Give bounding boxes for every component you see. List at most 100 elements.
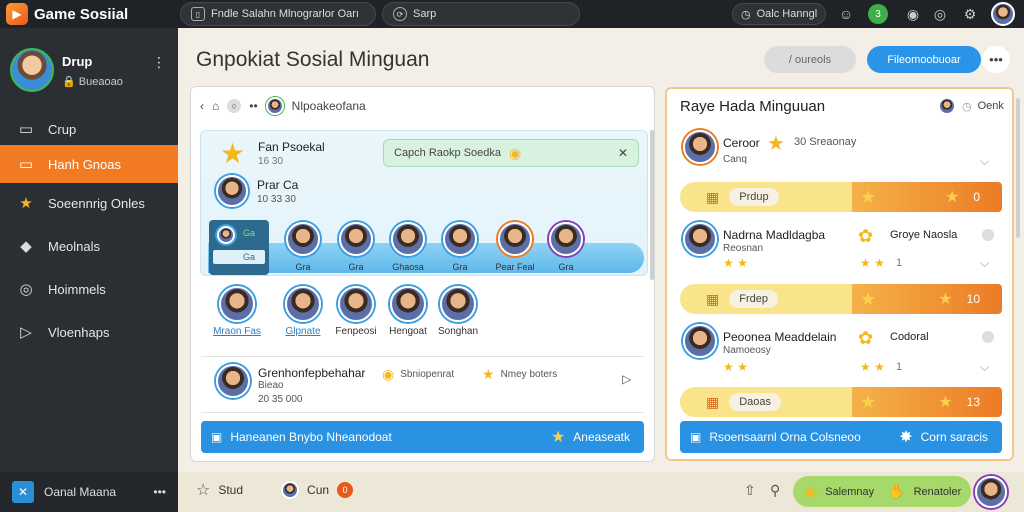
share-icon[interactable]: ⇧	[744, 482, 756, 499]
star-icon: ★	[220, 138, 246, 169]
avatar	[281, 481, 300, 499]
avatar	[683, 324, 717, 358]
member-item[interactable]: Hengoat	[384, 286, 432, 337]
sidebar-item-vloenhaps[interactable]: ▷ Vloenhaps	[0, 313, 178, 351]
sidebar-profile[interactable]: Drup 🔒 Bueaoao ⋮	[10, 48, 170, 98]
avatar[interactable]	[975, 476, 1007, 508]
search-tab[interactable]: ⟳ Sarp	[382, 2, 580, 26]
more-icon[interactable]: ••	[249, 99, 257, 113]
row-tag[interactable]: ▦ Frdep	[680, 284, 852, 314]
top-avatar[interactable]	[991, 2, 1015, 26]
page-icon: ▯	[191, 7, 205, 21]
group-card[interactable]: Ga Ga	[209, 220, 269, 275]
avatar	[216, 175, 248, 207]
row-score[interactable]: ★ ★ 0	[852, 182, 1002, 212]
avatar	[498, 222, 532, 256]
member-item[interactable]: Gra	[336, 222, 376, 272]
globe-icon[interactable]: ◉	[903, 4, 923, 24]
activity-tag[interactable]: ◉ Sbniopenrat	[382, 366, 454, 383]
activity-tag[interactable]: ★ Nmey boters	[482, 366, 557, 383]
member-item[interactable]: Gra	[546, 222, 586, 272]
status-dot[interactable]	[982, 331, 994, 343]
clock-icon: ◷	[962, 100, 972, 113]
row-stat: 30 Sreaonay	[794, 136, 857, 148]
pin-icon[interactable]: ⚲	[770, 482, 780, 499]
sidebar-item-groups[interactable]: ▭ Hanh Gnoas	[0, 145, 178, 183]
row-tag[interactable]: ▦ Daoas	[680, 387, 852, 417]
more-icon[interactable]: •••	[153, 485, 166, 499]
avatar	[216, 364, 250, 398]
row-tail: 1	[896, 361, 903, 373]
gear-icon[interactable]: ⚙	[960, 4, 980, 24]
member-item[interactable]: Songhan	[434, 286, 482, 337]
avatar	[339, 222, 373, 256]
profile-name: Drup	[62, 54, 93, 69]
member-item[interactable]: Gra	[283, 222, 323, 272]
leaderboard-footer-label: Rsoensaarnl Orna Colsneoo	[709, 430, 861, 444]
badge-icon: ★	[860, 392, 877, 412]
notification-icon[interactable]: 3	[868, 4, 888, 24]
row-tag[interactable]: ▦ Prdup	[680, 182, 852, 212]
avatar	[549, 222, 583, 256]
chat-header-name: Nlpoakeofana	[291, 99, 366, 113]
activity-tag-label: Sbniopenrat	[400, 369, 455, 380]
chevron-down-icon[interactable]: ⌵	[980, 360, 989, 375]
row-score-value: 13	[966, 395, 980, 409]
row-score[interactable]: ★ ★ 13	[852, 387, 1002, 417]
sidebar-item-meolnals[interactable]: ◆ Meolnals	[0, 227, 178, 265]
scrollbar[interactable]	[650, 130, 654, 280]
scrollbar[interactable]	[1016, 98, 1020, 238]
chest-icon: ▦	[706, 393, 720, 410]
member-item[interactable]: Gra	[440, 222, 480, 272]
bottom-item-label[interactable]: Stud	[218, 483, 243, 497]
sidebar-item-onles[interactable]: ★ Soeennrig Onles	[0, 184, 178, 222]
rating-stars: ★ ★	[723, 360, 748, 374]
mascot-icon: ✿	[858, 226, 874, 246]
primary-button[interactable]: Fileomoobuoar	[867, 46, 981, 73]
sidebar-footer[interactable]: ✕ Oanal Maana •••	[0, 472, 178, 512]
burst-icon: ✸	[899, 429, 913, 446]
emoji-icon[interactable]: ☺	[836, 4, 856, 24]
more-button[interactable]: •••	[982, 46, 1010, 73]
rating-stars: ★ ★	[860, 360, 885, 374]
send-icon[interactable]: ▷	[622, 372, 631, 386]
row-tag-label: Prdup	[729, 188, 779, 206]
back-icon[interactable]: ‹	[200, 99, 204, 113]
circle-icon[interactable]: ○	[227, 99, 242, 113]
app-logo[interactable]: ▶ Game Sosiial	[6, 3, 128, 25]
member-item[interactable]: Glpnate	[276, 286, 330, 337]
avatar	[265, 97, 284, 115]
row-score[interactable]: ★ ★ 10	[852, 284, 1002, 314]
user-pill[interactable]: ◷ Oalc Hanngl	[732, 3, 827, 25]
more-icon[interactable]: ⋮	[152, 54, 166, 71]
avatar	[440, 286, 476, 322]
leaderboard-footer-bar[interactable]: ▣ Rsoensaarnl Orna Colsneoo ✸ Corn sarac…	[680, 421, 1002, 453]
member-label: Gra	[452, 262, 468, 272]
bottom-pill[interactable]: ◉ Salemnay ✋ Renatoler	[793, 476, 971, 507]
tab-main-label: Fndle Salahn Mlnograrlor Oarı	[211, 8, 359, 20]
activity-title: Grenhonfepbehahar	[258, 366, 366, 380]
member-item[interactable]: Ghaosa	[388, 222, 428, 272]
member-item[interactable]: Mraon Fas	[208, 286, 266, 337]
eye-icon[interactable]: ◎	[930, 4, 950, 24]
leaderboard-user[interactable]: ◷ Oenk	[938, 97, 1004, 115]
member-item[interactable]: Pear Feal	[492, 222, 538, 272]
member-item[interactable]: Fenpeosi	[332, 286, 380, 337]
sidebar-item-label: Vloenhaps	[48, 324, 110, 340]
chat-bubble[interactable]: Capch Raokp Soedka ◉ ✕	[383, 139, 639, 167]
row-name: Peoonea Meaddelain	[723, 330, 837, 344]
chevron-down-icon[interactable]: ⌵	[980, 154, 989, 169]
secondary-button[interactable]: / oureols	[764, 46, 856, 73]
sidebar-item-crup[interactable]: ▭ Crup	[0, 110, 178, 148]
home-icon[interactable]: ⌂	[212, 99, 219, 113]
sidebar-item-hoimmels[interactable]: ◎ Hoimmels	[0, 270, 178, 308]
chevron-down-icon[interactable]: ⌵	[980, 256, 989, 271]
close-icon[interactable]: ✕	[618, 146, 628, 160]
chat-footer-bar[interactable]: ▣ Haneanen Bnybo Nheanodoat ★ Aneaseatk	[201, 421, 644, 453]
status-dot[interactable]	[982, 229, 994, 241]
chat-title: Fan Psoekal	[258, 140, 325, 154]
star-outline-icon[interactable]: ☆	[196, 480, 210, 500]
chat-footer-right: Aneaseatk	[573, 430, 630, 444]
bottom-item-label[interactable]: Cun	[307, 483, 329, 497]
tab-main[interactable]: ▯ Fndle Salahn Mlnograrlor Oarı	[180, 2, 376, 26]
